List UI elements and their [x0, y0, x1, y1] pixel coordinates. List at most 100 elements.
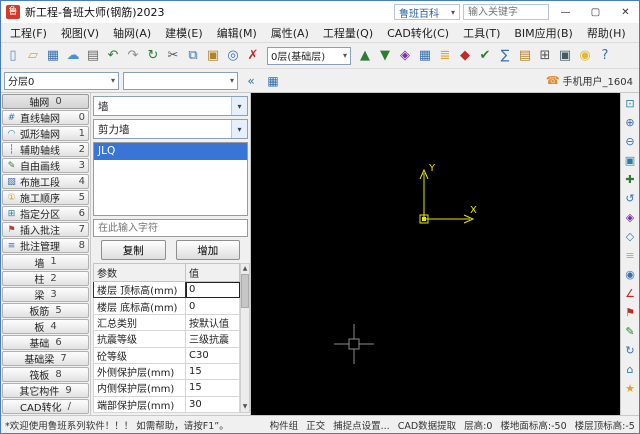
layer-list-icon[interactable]: ≡	[622, 247, 638, 263]
orbit-icon[interactable]: ◈	[622, 209, 638, 225]
pan-icon[interactable]: ✚	[622, 171, 638, 187]
sidebar-category-wall[interactable]: 墙 1	[2, 254, 89, 270]
property-value[interactable]: C30	[185, 346, 240, 364]
sidebar-tool-line-axis[interactable]: # 直线轴网 0	[2, 110, 89, 126]
chevron-down-icon[interactable]: ▾	[231, 120, 247, 138]
menu-project[interactable]: 工程(F)	[3, 23, 54, 43]
refresh-icon[interactable]: ↻	[143, 46, 163, 66]
grid-icon[interactable]: ▦	[415, 46, 435, 66]
layers-icon[interactable]: ≣	[435, 46, 455, 66]
paste-icon[interactable]: ▣	[203, 46, 223, 66]
secondary-select[interactable]: ▾	[123, 71, 238, 90]
collapse-panel-icon[interactable]: «	[242, 72, 260, 90]
status-snap-settings[interactable]: 捕捉点设置...	[333, 418, 390, 432]
table-scrollbar[interactable]: ▲ ▼	[240, 263, 250, 413]
floor-select[interactable]: 0层(基础层) ▾	[267, 46, 351, 65]
redraw-icon[interactable]: ↻	[622, 342, 638, 358]
calculator-icon[interactable]: ⊞	[535, 46, 555, 66]
copy-button[interactable]: 复制	[101, 240, 166, 260]
status-cad-extract[interactable]: CAD数据提取	[398, 418, 456, 432]
property-row[interactable]: 汇总类别 按默认值	[93, 313, 240, 332]
visibility-icon[interactable]: ◉	[622, 266, 638, 282]
camera-icon[interactable]: ▣	[555, 46, 575, 66]
floor-down-icon[interactable]: ▼	[375, 46, 395, 66]
three-d-view-icon[interactable]: ◈	[395, 46, 415, 66]
sidebar-tool-work-sequence[interactable]: ① 施工顺序 5	[2, 190, 89, 206]
sidebar-category-slab[interactable]: 板 4	[2, 318, 89, 334]
scroll-thumb[interactable]	[241, 274, 249, 308]
sidebar-category-foundation-beam[interactable]: 基础梁 7	[2, 350, 89, 366]
sidebar-tool-assign-zone[interactable]: ⊞ 指定分区 6	[2, 206, 89, 222]
sidebar-category-beam[interactable]: 梁 3	[2, 286, 89, 302]
wireframe-icon[interactable]: ◇	[622, 228, 638, 244]
add-button[interactable]: 增加	[175, 240, 240, 260]
property-value[interactable]: 15	[185, 379, 240, 397]
table-icon[interactable]: ▤	[515, 46, 535, 66]
save-icon[interactable]: ▦	[43, 46, 63, 66]
property-row[interactable]: 楼层 顶标高(mm) 0	[93, 280, 240, 299]
menu-model[interactable]: 建模(E)	[158, 23, 210, 43]
fit-view-icon[interactable]: ⊡	[622, 95, 638, 111]
menu-view[interactable]: 视图(V)	[54, 23, 106, 43]
component-category-select[interactable]: 墙 ▾	[93, 96, 248, 116]
list-item[interactable]: JLQ	[94, 143, 247, 160]
property-value[interactable]: 0	[185, 280, 240, 299]
filter-input[interactable]	[93, 219, 248, 237]
floor-up-icon[interactable]: ▲	[355, 46, 375, 66]
sidebar-tool-arc-axis[interactable]: ◠ 弧形轴网 1	[2, 126, 89, 142]
property-value[interactable]: 三级抗震	[185, 330, 240, 348]
menu-tools[interactable]: 工具(T)	[456, 23, 507, 43]
maximize-button[interactable]: ▢	[582, 1, 609, 23]
favorite-icon[interactable]: ★	[622, 380, 638, 396]
property-row[interactable]: 抗震等级 三级抗震	[93, 330, 240, 348]
panel-grid-icon[interactable]: ▦	[264, 72, 282, 90]
property-row[interactable]: 内侧保护层(mm) 15	[93, 379, 240, 397]
sidebar-tool-work-section[interactable]: ▧ 布施工段 4	[2, 174, 89, 190]
sidebar-tool-note-manage[interactable]: ≡ 批注管理 8	[2, 238, 89, 254]
scroll-up-icon[interactable]: ▲	[243, 264, 248, 274]
property-row[interactable]: 砼等级 C30	[93, 346, 240, 364]
zoom-in-icon[interactable]: ⊕	[622, 114, 638, 130]
layer-select[interactable]: 分层0 ▾	[4, 71, 119, 90]
status-ortho-toggle[interactable]: 正交	[306, 418, 325, 432]
property-value[interactable]: 15	[185, 362, 240, 381]
zoom-window-icon[interactable]: ▣	[622, 152, 638, 168]
find-icon[interactable]: ◎	[223, 46, 243, 66]
menu-properties[interactable]: 属性(A)	[264, 23, 316, 43]
property-value[interactable]: 0	[185, 297, 240, 315]
copy-icon[interactable]: ⧉	[183, 46, 203, 66]
menu-help[interactable]: 帮助(H)	[580, 23, 633, 43]
menu-quantity[interactable]: 工程量(Q)	[316, 23, 380, 43]
sidebar-category-slab-rebar[interactable]: 板筋 5	[2, 302, 89, 318]
property-row[interactable]: 楼层 底标高(mm) 0	[93, 297, 240, 315]
previous-view-icon[interactable]: ↺	[622, 190, 638, 206]
undo-icon[interactable]: ↶	[103, 46, 123, 66]
sidebar-tool-insert-note[interactable]: ⚑ 插入批注 7	[2, 222, 89, 238]
flag-icon[interactable]: ⚑	[622, 304, 638, 320]
menu-axis[interactable]: 轴网(A)	[106, 23, 158, 43]
sidebar-category-foundation[interactable]: 基础 6	[2, 334, 89, 350]
user-account[interactable]: ☎ 手机用户_1604	[546, 73, 636, 88]
bulb-icon[interactable]: ◉	[575, 46, 595, 66]
keyword-search-input[interactable]	[463, 4, 549, 20]
property-value[interactable]: 按默认值	[185, 313, 240, 332]
home-view-icon[interactable]: ⌂	[622, 361, 638, 377]
format-brush-icon[interactable]: ◆	[455, 46, 475, 66]
print-icon[interactable]: ▤	[83, 46, 103, 66]
sum-icon[interactable]: ∑	[495, 46, 515, 66]
new-file-icon[interactable]: ▯	[3, 46, 23, 66]
sidebar-tool-free-draw[interactable]: ✎ 自由画线 3	[2, 158, 89, 174]
drawing-canvas[interactable]: Y X	[251, 93, 620, 415]
component-type-select[interactable]: 剪力墙 ▾	[93, 119, 248, 139]
sidebar-category-cad-convert[interactable]: CAD转化 /	[2, 398, 89, 414]
measure-icon[interactable]: ∠	[622, 285, 638, 301]
property-value[interactable]: 30	[185, 395, 240, 414]
check-icon[interactable]: ✔	[475, 46, 495, 66]
chevron-down-icon[interactable]: ▾	[231, 97, 247, 115]
edit-icon[interactable]: ✎	[622, 323, 638, 339]
scroll-down-icon[interactable]: ▼	[243, 402, 248, 412]
close-button[interactable]: ✕	[612, 1, 639, 23]
open-folder-icon[interactable]: ▱	[23, 46, 43, 66]
zoom-out-icon[interactable]: ⊖	[622, 133, 638, 149]
sidebar-category-column[interactable]: 柱 2	[2, 270, 89, 286]
